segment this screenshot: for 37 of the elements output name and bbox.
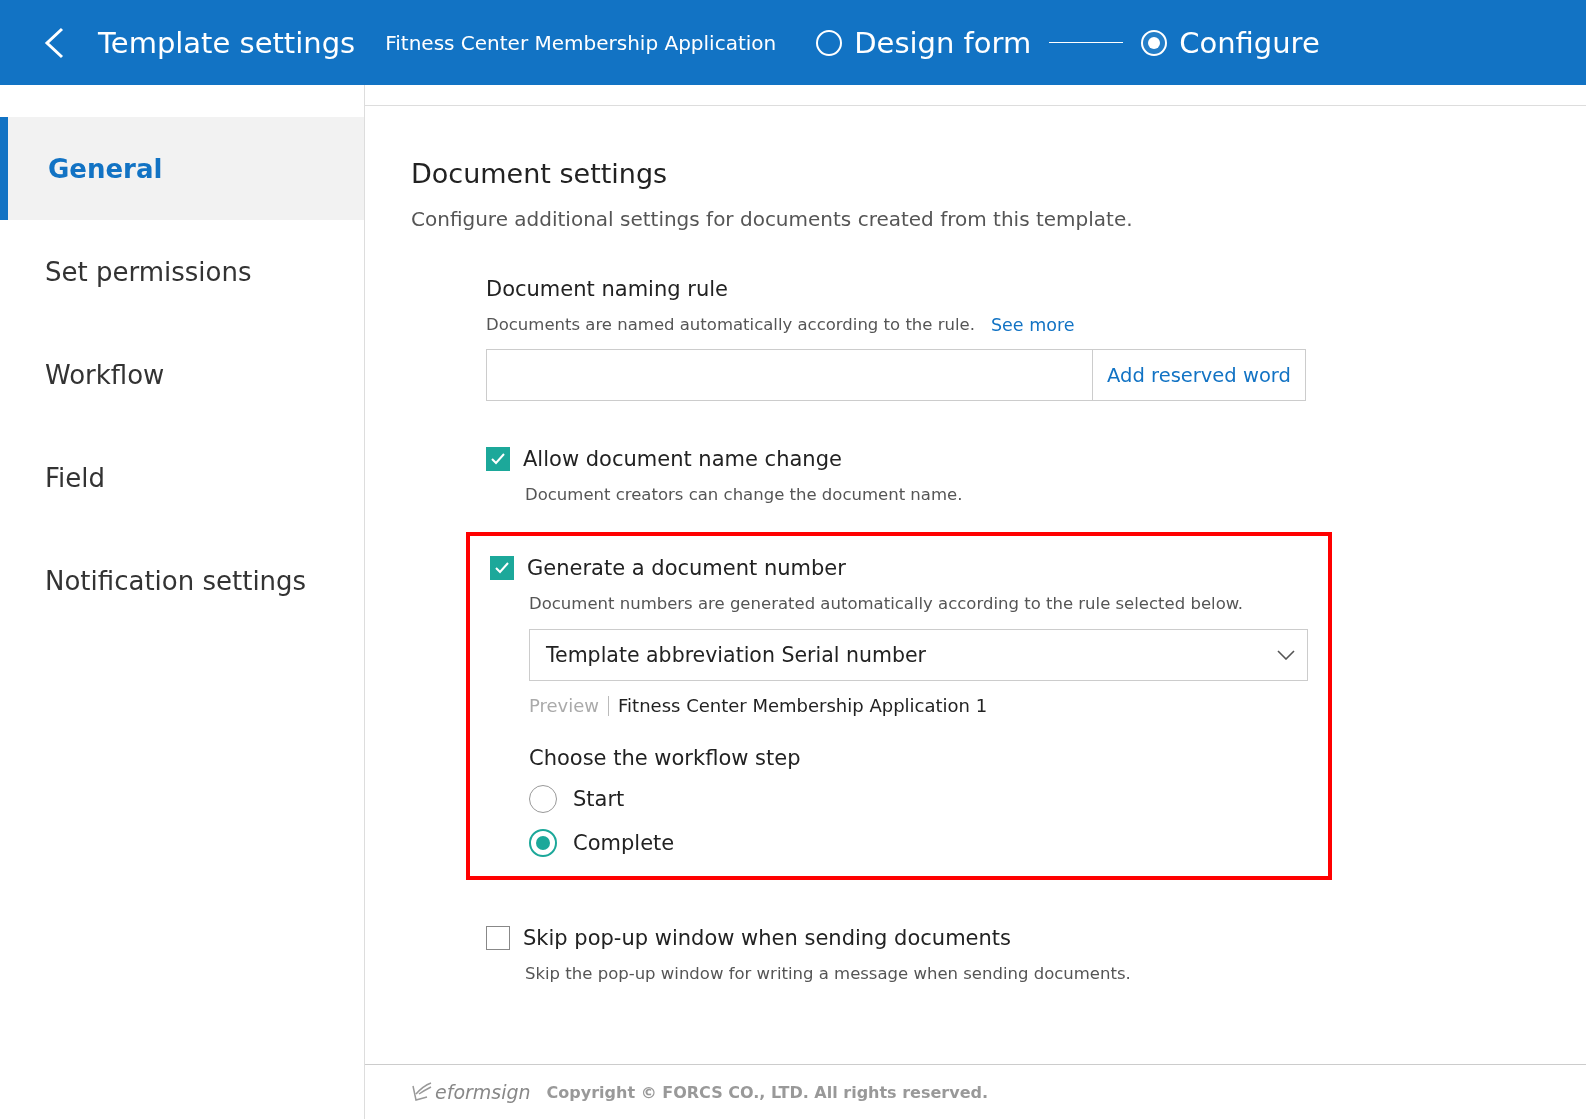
step-tab[interactable]: Configure xyxy=(1141,25,1320,60)
see-more-link[interactable]: See more xyxy=(990,315,1075,335)
setting-label: Allow document name change xyxy=(523,447,842,471)
setting-hint: Documents are named automatically according to the rule. xyxy=(486,315,975,335)
step-tab[interactable]: Design form xyxy=(816,25,1032,60)
back-button[interactable] xyxy=(42,25,66,60)
page-title: Template settings xyxy=(98,25,356,60)
checkbox[interactable] xyxy=(486,926,510,950)
checkbox[interactable] xyxy=(486,447,510,471)
preview-value: Fitness Center Membership Application 1 xyxy=(618,695,988,716)
sidebar-item[interactable]: Workflow xyxy=(0,323,364,426)
form-name: Fitness Center Membership Application xyxy=(385,30,777,55)
check-icon xyxy=(494,561,510,575)
setting-hint: Skip the pop-up window for writing a message when sending documents. xyxy=(525,964,1132,983)
checkbox[interactable] xyxy=(490,556,514,580)
chevron-down-icon xyxy=(1277,650,1295,660)
radio-option[interactable]: Start xyxy=(529,784,1308,814)
section-description: Configure additional settings for documents created from this template. xyxy=(411,207,1134,231)
radio-option[interactable]: Complete xyxy=(529,828,1308,858)
sidebar-item[interactable]: Notification settings xyxy=(0,529,364,632)
setting-label: Choose the workflow step xyxy=(529,746,802,770)
numbering-rule-dropdown[interactable]: Template abbreviation Serial number xyxy=(529,629,1308,681)
copyright-text: Copyright © FORCS CO., LTD. All rights reserved. xyxy=(546,1082,989,1102)
check-icon xyxy=(490,452,506,466)
setting-label: Document naming rule xyxy=(486,277,729,301)
setting-hint: Document creators can change the document name. xyxy=(525,485,964,504)
brand-logo: eformsign xyxy=(435,1081,531,1103)
preview-label: Preview xyxy=(529,695,600,716)
radio-button[interactable] xyxy=(529,829,557,857)
logo-icon xyxy=(411,1082,433,1102)
setting-hint: Document numbers are generated automatically according to the rule selected below. xyxy=(529,594,1244,613)
sidebar-item[interactable]: Field xyxy=(0,426,364,529)
setting-label: Skip pop-up window when sending documents xyxy=(523,926,1011,950)
sidebar-item[interactable]: General xyxy=(0,117,364,220)
sidebar-item[interactable]: Set permissions xyxy=(0,220,364,323)
section-title: Document settings xyxy=(411,158,669,189)
setting-label: Generate a document number xyxy=(527,556,846,580)
